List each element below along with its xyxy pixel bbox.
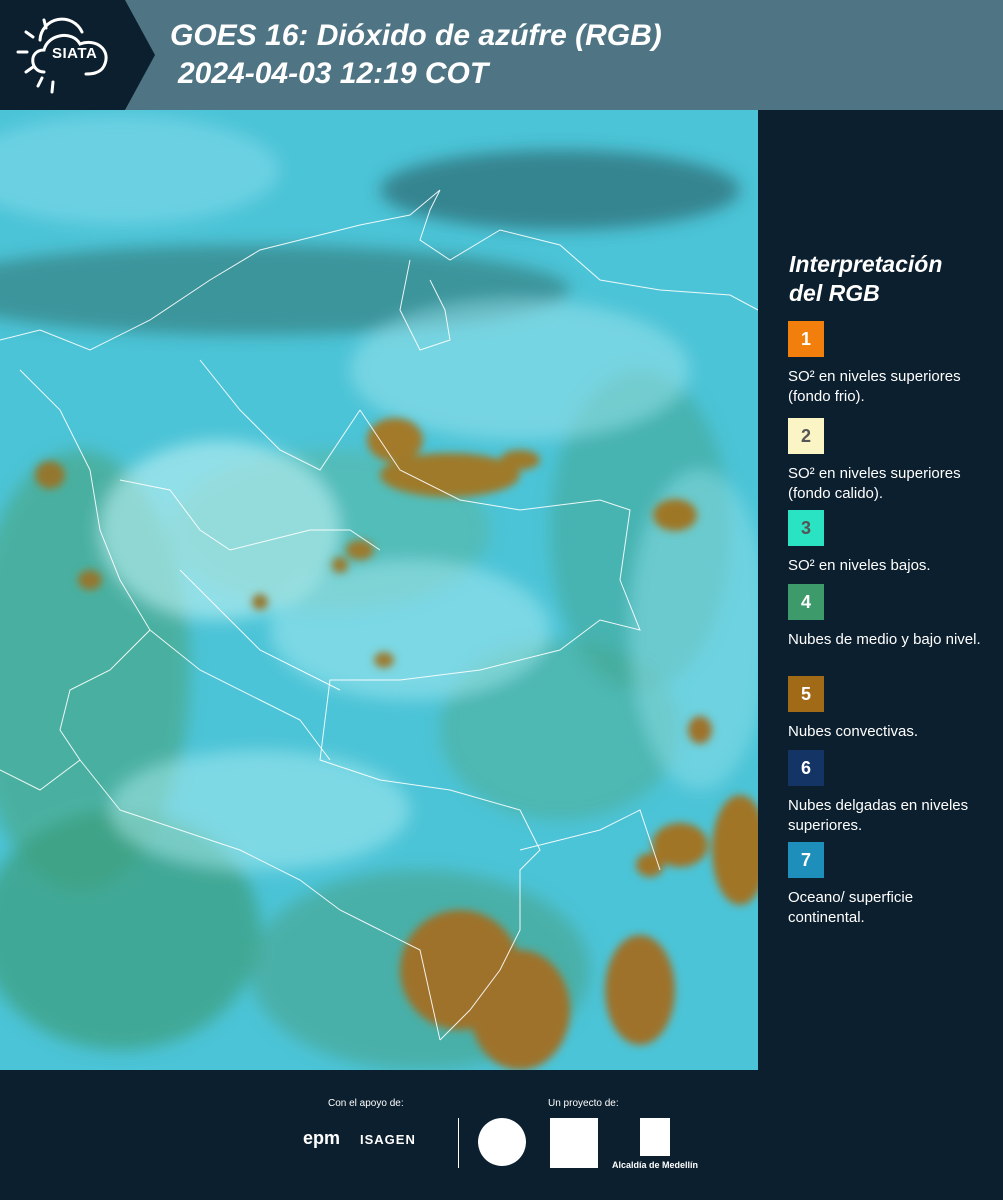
legend-label-4: Nubes de medio y bajo nivel. [788,631,981,648]
legend-label-2: SO² en niveles superiores (fondo calido)… [788,465,961,502]
legend-swatch-1: 1 [788,321,824,357]
project-caption: Un proyecto de: [548,1098,619,1109]
legend-item-4: 4 Nubes de medio y bajo nivel. [788,584,993,650]
legend-item-3: 3 SO² en niveles bajos. [788,510,993,576]
legend-item-2: 2 SO² en niveles superiores (fondo calid… [788,418,993,504]
legend-swatch-7: 7 [788,842,824,878]
siata-logo: SIATA [0,0,155,110]
legend-title: Interpretación del RGB [789,250,989,308]
legend-label-3: SO² en niveles bajos. [788,557,931,574]
legend-swatch-2: 2 [788,418,824,454]
footer: Con el apoyo de: Un proyecto de: epm ISA… [0,1070,1003,1200]
legend-item-6: 6 Nubes delgadas en niveles superiores. [788,750,993,836]
legend-item-1: 1 SO² en niveles superiores (fondo frio)… [788,321,993,407]
page-title: GOES 16: Dióxido de azúfre (RGB) [170,19,662,52]
legend-label-1: SO² en niveles superiores (fondo frio). [788,368,961,405]
legend-panel: Interpretación del RGB 1 SO² en niveles … [760,110,1003,1070]
isagen-logo: ISAGEN [360,1132,416,1147]
page-timestamp: 2024-04-03 12:19 COT [178,57,489,90]
legend-label-7: Oceano/ superficie continental. [788,889,914,926]
legend-label-5: Nubes convectivas. [788,723,919,740]
medellin-seal-icon [478,1118,526,1166]
area-metropolitana-logo [550,1118,598,1168]
legend-swatch-6: 6 [788,750,824,786]
satellite-map [0,110,758,1070]
support-caption: Con el apoyo de: [328,1098,404,1109]
legend-title-line2: del RGB [789,280,880,306]
alcaldia-shield-icon [640,1118,670,1156]
alcaldia-label: Alcaldía de Medellín [612,1160,699,1170]
footer-divider [458,1118,459,1168]
logo-text: SIATA [52,45,98,62]
legend-item-7: 7 Oceano/ superficie continental. [788,842,993,928]
legend-swatch-5: 5 [788,676,824,712]
header-bar: SIATA GOES 16: Dióxido de azúfre (RGB) 2… [0,0,1003,110]
legend-title-line1: Interpretación [789,251,943,277]
legend-swatch-4: 4 [788,584,824,620]
legend-item-5: 5 Nubes convectivas. [788,676,993,742]
epm-logo: epm [303,1128,341,1148]
legend-swatch-3: 3 [788,510,824,546]
legend-label-6: Nubes delgadas en niveles superiores. [788,797,969,834]
